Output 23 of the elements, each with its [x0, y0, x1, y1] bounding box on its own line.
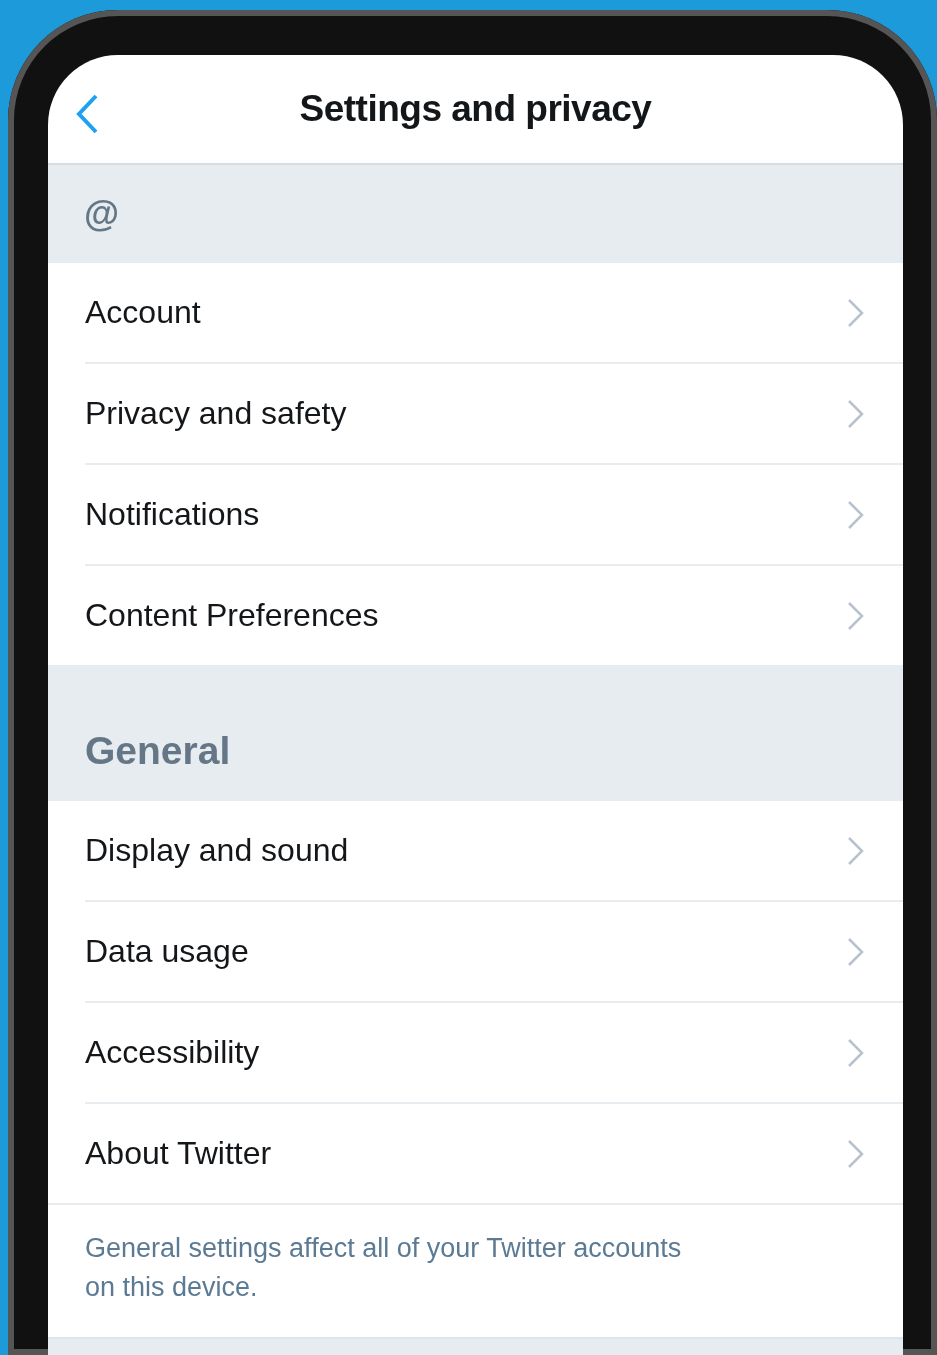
row-label: Display and sound [85, 832, 350, 869]
chevron-right-icon [847, 936, 865, 967]
chevron-right-icon [847, 398, 865, 429]
chevron-right-icon [847, 297, 865, 328]
row-label: About Twitter [85, 1135, 273, 1172]
chevron-right-icon [847, 600, 865, 631]
chevron-right-icon [847, 1037, 865, 1068]
settings-row[interactable]: About Twitter [85, 1104, 903, 1203]
screen-title: Settings and privacy [298, 88, 653, 130]
account-handle: @ [84, 193, 120, 235]
row-label: Content Preferences [85, 597, 380, 634]
chevron-right-icon [847, 499, 865, 530]
chevron-right-icon [847, 835, 865, 866]
row-label: Account [85, 294, 202, 331]
chevron-right-icon [847, 1138, 865, 1169]
row-label: Data usage [85, 933, 250, 970]
section-title: General [85, 729, 231, 773]
row-label: Notifications [85, 496, 261, 533]
row-label: Privacy and safety [85, 395, 348, 432]
row-label: Accessibility [85, 1034, 261, 1071]
footnote-text: General settings affect all of your Twitter accounts on this device. [84, 1232, 683, 1304]
back-icon[interactable] [74, 93, 100, 135]
settings-row[interactable]: Content Preferences [85, 566, 903, 665]
